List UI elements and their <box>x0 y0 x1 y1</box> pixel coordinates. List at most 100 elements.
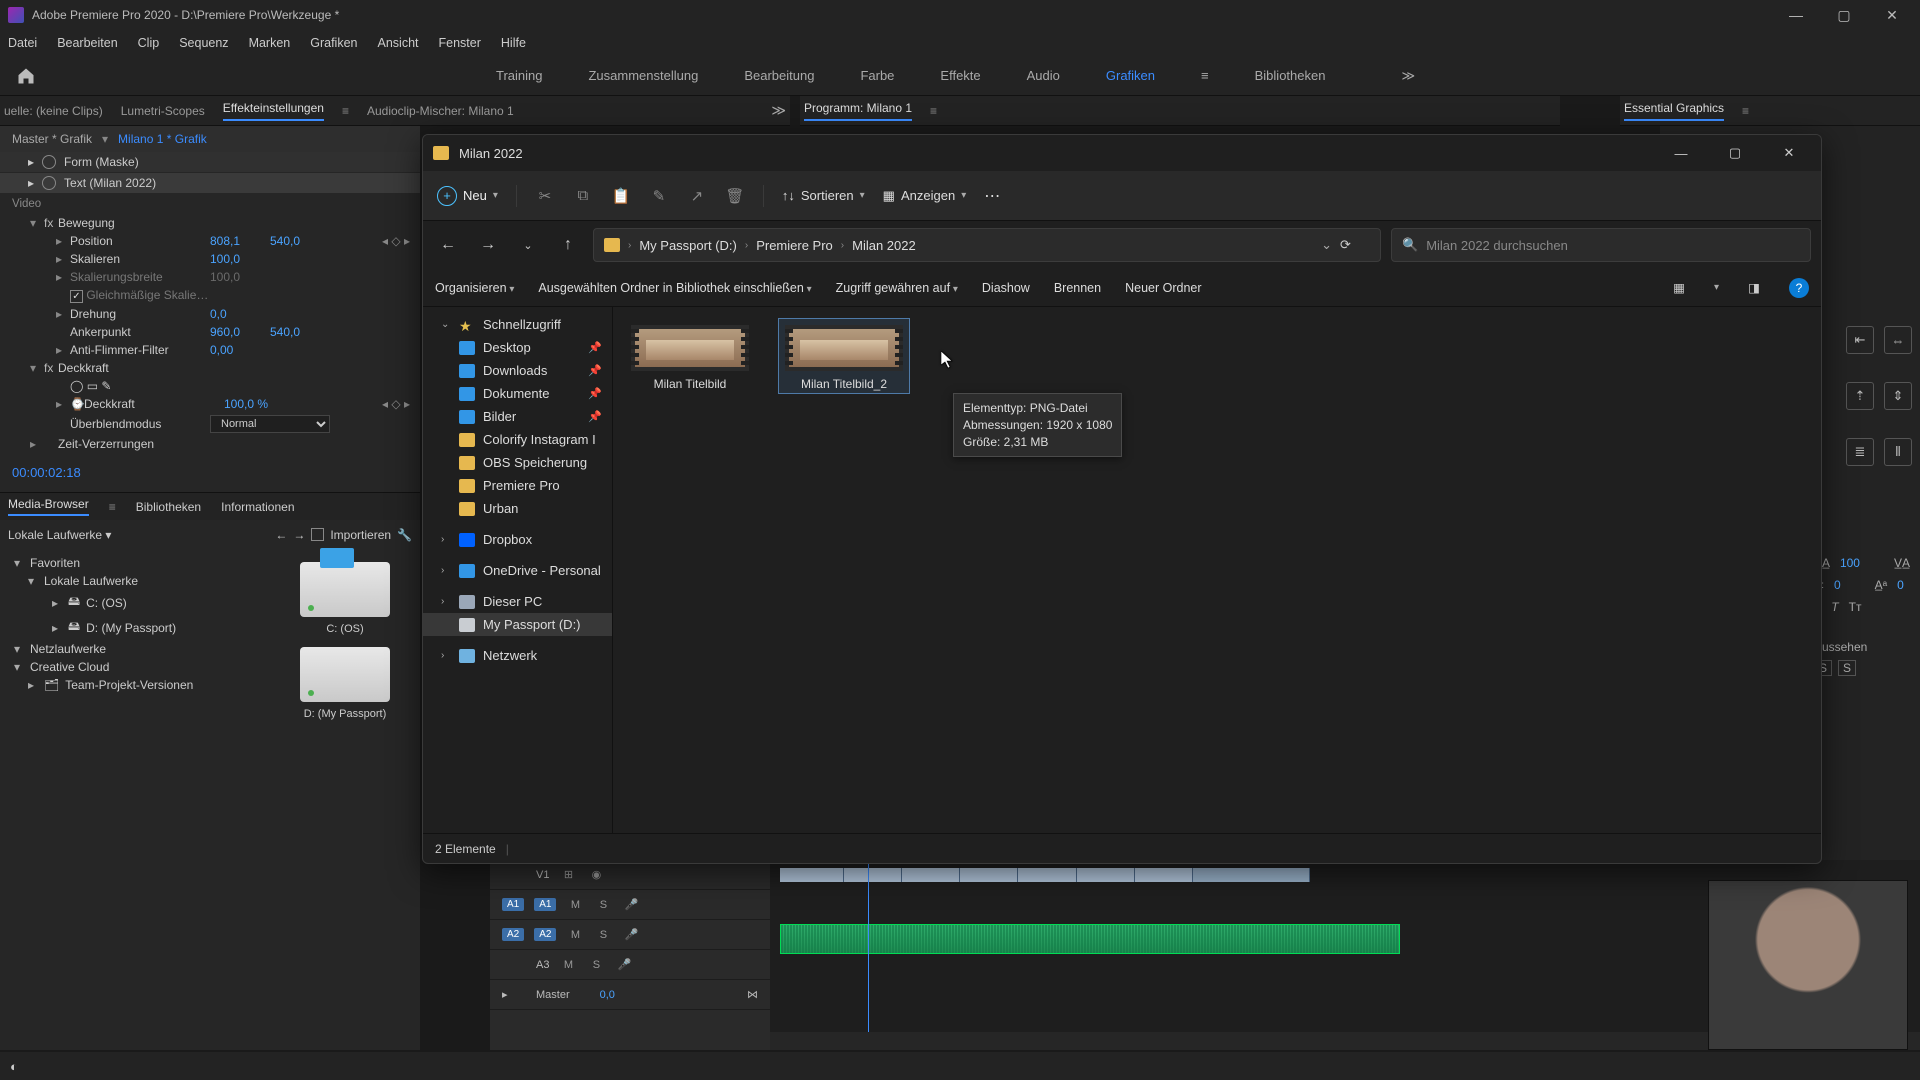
drive-d-icon[interactable] <box>300 647 390 702</box>
keyframe-nav[interactable]: ◂ ◇ ▸ <box>382 397 410 411</box>
prop-drehung[interactable]: ▸Drehung0,0 <box>0 305 420 323</box>
sidebar-obs[interactable]: OBS Speicherung <box>423 451 612 474</box>
blendmode-select[interactable]: Normal <box>210 415 330 433</box>
smallcaps-icon[interactable]: Tᴛ <box>1849 600 1862 614</box>
cmd-organize[interactable]: Organisieren <box>435 281 514 295</box>
sidebar-documents[interactable]: Dokumente📌 <box>423 382 612 405</box>
distribute-h-icon[interactable]: ≣ <box>1846 438 1874 466</box>
ec-timecode[interactable]: 00:00:02:18 <box>0 453 420 492</box>
sidebar-colorify[interactable]: Colorify Instagram I <box>423 428 612 451</box>
cmd-newfolder[interactable]: Neuer Ordner <box>1125 281 1201 295</box>
prop-blendmode[interactable]: ÜberblendmodusNormal <box>0 413 420 435</box>
tab-essential-graphics[interactable]: Essential Graphics <box>1624 101 1724 121</box>
nav-recent-button[interactable]: ⌄ <box>513 230 543 260</box>
menu-bearbeiten[interactable]: Bearbeiten <box>57 36 117 50</box>
workspace-bearbeitung[interactable]: Bearbeitung <box>744 68 814 83</box>
tab-effect-controls[interactable]: Effekteinstellungen <box>223 101 324 121</box>
view-large-icon[interactable]: ▦ <box>1668 277 1690 299</box>
menu-marken[interactable]: Marken <box>249 36 291 50</box>
explorer-content[interactable]: Milan Titelbild Milan Titelbild_2 Elemen… <box>613 307 1821 833</box>
paste-icon[interactable]: 📋 <box>611 186 631 206</box>
prop-position[interactable]: ▸Position808,1540,0◂ ◇ ▸ <box>0 232 420 250</box>
prop-mask-tools[interactable]: ◯ ▭ ✎ <box>0 377 420 395</box>
align-center-icon[interactable]: ⇔ <box>1884 326 1912 354</box>
prop-group-bewegung[interactable]: ▾fxBewegung <box>0 214 420 232</box>
eye-icon[interactable] <box>42 155 56 169</box>
nav-up-button[interactable]: ↑ <box>553 230 583 260</box>
crumb-premiere[interactable]: Premiere Pro <box>756 238 833 253</box>
distribute-v-icon[interactable]: ⫴ <box>1884 438 1912 466</box>
va2-icon[interactable]: V̲A̲ <box>1894 556 1910 570</box>
layer-text-milan[interactable]: ▸Text (Milan 2022) <box>0 173 420 194</box>
drive-c-icon[interactable] <box>300 562 390 617</box>
cmd-library[interactable]: Ausgewählten Ordner in Bibliothek einsch… <box>538 281 811 295</box>
align-left-icon[interactable]: ⇤ <box>1846 326 1874 354</box>
menu-datei[interactable]: Datei <box>8 36 37 50</box>
layer-form-maske[interactable]: ▸Form (Maske) <box>0 152 420 173</box>
prop-group-deckkraft[interactable]: ▾fxDeckkraft <box>0 359 420 377</box>
solo-s2[interactable]: S <box>1838 660 1856 676</box>
file-milan-titelbild-2[interactable]: Milan Titelbild_2 <box>779 319 909 393</box>
search-input[interactable]: 🔍 Milan 2022 durchsuchen <box>1391 228 1811 262</box>
cmd-slideshow[interactable]: Diashow <box>982 281 1030 295</box>
sidebar-network[interactable]: ›Netzwerk <box>423 644 612 667</box>
track-v1[interactable]: V1⊞◉ <box>490 860 770 890</box>
workspace-overflow-icon[interactable]: ≫ <box>1401 68 1415 84</box>
menu-ansicht[interactable]: Ansicht <box>378 36 419 50</box>
share-icon[interactable]: ↗ <box>687 186 707 206</box>
eye-icon[interactable] <box>42 176 56 190</box>
refresh-button[interactable]: ⟳ <box>1340 237 1370 253</box>
explorer-titlebar[interactable]: Milan 2022 — ▢ ✕ <box>423 135 1821 171</box>
explorer-minimize-button[interactable]: — <box>1659 135 1703 171</box>
sidebar-onedrive[interactable]: ›OneDrive - Personal <box>423 559 612 582</box>
workspace-farbe[interactable]: Farbe <box>860 68 894 83</box>
mb-drives-dropdown[interactable]: Lokale Laufwerke ▾ <box>8 528 111 542</box>
menu-sequenz[interactable]: Sequenz <box>179 36 228 50</box>
cmd-access[interactable]: Zugriff gewähren auf <box>836 281 958 295</box>
sidebar-urban[interactable]: Urban <box>423 497 612 520</box>
cmd-burn[interactable]: Brennen <box>1054 281 1101 295</box>
workspace-grafiken[interactable]: Grafiken <box>1106 68 1155 83</box>
prop-gleichmaessig[interactable]: ✓ Gleichmäßige Skalie… <box>0 286 420 305</box>
prop-group-zeitverzerrung[interactable]: ▸Zeit-Verzerrungen <box>0 435 420 453</box>
sort-button[interactable]: ↑↓Sortieren▾ <box>782 188 865 203</box>
video-clips[interactable] <box>780 868 1310 882</box>
mb-wrench-icon[interactable]: 🔧 <box>397 528 412 542</box>
tab-program-monitor[interactable]: Programm: Milano 1 <box>804 101 912 121</box>
align-top-icon[interactable]: ⇡ <box>1846 382 1874 410</box>
delete-icon[interactable]: 🗑 <box>725 186 745 206</box>
prop-antiflimmer[interactable]: ▸Anti-Flimmer-Filter0,00 <box>0 341 420 359</box>
sidebar-pictures[interactable]: Bilder📌 <box>423 405 612 428</box>
uniform-scale-checkbox[interactable]: ✓ <box>70 290 83 303</box>
file-milan-titelbild[interactable]: Milan Titelbild <box>625 319 755 393</box>
tab-source[interactable]: uelle: (keine Clips) <box>4 104 103 118</box>
menu-grafiken[interactable]: Grafiken <box>310 36 357 50</box>
workspace-audio[interactable]: Audio <box>1027 68 1060 83</box>
sidebar-premierepro[interactable]: Premiere Pro <box>423 474 612 497</box>
sidebar-mypassport[interactable]: My Passport (D:) <box>423 613 612 636</box>
tab-informationen[interactable]: Informationen <box>221 500 294 514</box>
audio-clip-a2[interactable] <box>780 924 1400 954</box>
keyframe-nav[interactable]: ◂ ◇ ▸ <box>382 234 410 248</box>
nav-forward-button[interactable]: → <box>473 230 503 260</box>
track-a1[interactable]: A1A1MS🎤 <box>490 890 770 920</box>
explorer-close-button[interactable]: ✕ <box>1767 135 1811 171</box>
workspace-training[interactable]: Training <box>496 68 542 83</box>
workspace-effekte[interactable]: Effekte <box>940 68 980 83</box>
sidebar-quickaccess[interactable]: ⌄★Schnellzugriff <box>423 313 612 336</box>
mb-back-icon[interactable]: ← <box>275 528 287 542</box>
prop-skalieren[interactable]: ▸Skalieren100,0 <box>0 250 420 268</box>
premiere-maximize-button[interactable]: ▢ <box>1824 7 1864 24</box>
tab-audio-mixer[interactable]: Audioclip-Mischer: Milano 1 <box>367 104 514 118</box>
rename-icon[interactable]: ✎ <box>649 186 669 206</box>
tabs-overflow-icon[interactable]: ≫ <box>771 102 786 119</box>
cut-icon[interactable]: ✂ <box>535 186 555 206</box>
more-button[interactable]: ⋯ <box>984 186 1002 206</box>
view-button[interactable]: ▦Anzeigen▾ <box>883 188 967 204</box>
premiere-minimize-button[interactable]: — <box>1776 7 1816 23</box>
sidebar-downloads[interactable]: Downloads📌 <box>423 359 612 382</box>
tab-bibliotheken[interactable]: Bibliotheken <box>136 500 201 514</box>
copy-icon[interactable]: ⧉ <box>573 186 593 206</box>
crumb-drive[interactable]: My Passport (D:) <box>639 238 737 253</box>
help-icon[interactable]: ? <box>1789 278 1809 298</box>
